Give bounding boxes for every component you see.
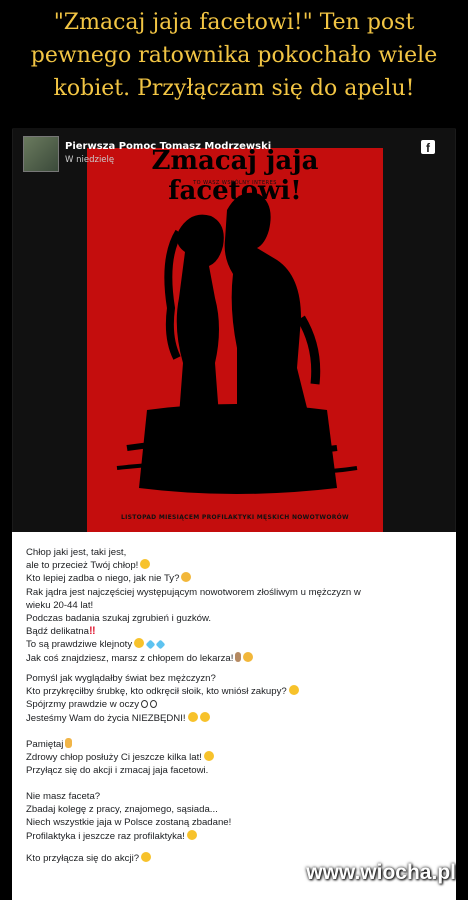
paragraph-5: Kto przyłącza się do akcji? (26, 852, 152, 865)
smile-emoji-icon (186, 829, 197, 840)
text-line: Bądź delikatna‼ (26, 625, 361, 638)
text-line: Chłop jaki jest, taki jest, (26, 547, 127, 558)
text-line: ale to przecież Twój chłop! (26, 559, 361, 572)
text-line: Jesteśmy Wam do życia NIEZBĘDNI! (26, 711, 299, 725)
text-line: Spójrzmy prawdzie w oczy (26, 698, 299, 711)
smile-emoji-icon (134, 638, 145, 649)
meme-title-line-1: "Zmacaj jaja facetowi!" Ten post (53, 10, 415, 35)
poster-red-background: Zmacaj jaja facetowi! TO WASZ WSPÓLNY IN… (87, 146, 383, 532)
facebook-post-card: Zmacaj jaja facetowi! TO WASZ WSPÓLNY IN… (12, 128, 456, 900)
text: Spójrzmy prawdzie w oczy (26, 699, 140, 711)
couple-silhouette-illustration (116, 192, 358, 494)
double-exclamation-icon: ‼ (88, 625, 96, 638)
text: ale to przecież Twój chłop! (26, 560, 139, 572)
post-text: Chłop jaki jest, taki jest, ale to przec… (12, 532, 456, 900)
meme-title-line-2: pewnego ratownika pokochało wiele (30, 43, 438, 68)
smile-emoji-icon (203, 751, 214, 762)
eyes-emoji-icon (141, 700, 149, 709)
text-line: Podczas badania szukaj zgrubień i guzków… (26, 613, 212, 625)
watermark-logo: www.wiocha.pl (306, 861, 456, 884)
smile-emoji-icon (199, 711, 210, 722)
text: Kto przyłącza się do akcji? (26, 853, 140, 864)
paragraph-1: Chłop jaki jest, taki jest, ale to przec… (26, 546, 361, 665)
text: Pamiętaj (26, 739, 64, 750)
text: Zdrowy chłop posłuży Ci jeszcze kilka la… (26, 752, 202, 764)
paragraph-3: Pamiętaj Zdrowy chłop posłuży Ci jeszcze… (26, 738, 214, 778)
doctor-emoji-icon (235, 651, 242, 662)
text-line: Kto przyłącza się do akcji? (26, 852, 152, 865)
text: To są prawdziwe klejnoty (26, 639, 133, 651)
text-line: Rak jądra jest najczęściej występującym … (26, 586, 361, 598)
text-line: Pomyśl jak wyglądałby świat bez mężczyzn… (26, 673, 216, 684)
text-line: Pamiętaj (26, 738, 214, 751)
smile-emoji-icon (187, 711, 198, 722)
gem-icon (155, 639, 166, 650)
post-image[interactable]: Zmacaj jaja facetowi! TO WASZ WSPÓLNY IN… (13, 128, 455, 532)
gem-icon (145, 639, 156, 650)
eyes-emoji-icon (150, 700, 158, 709)
text-line: Zbadaj kolegę z pracy, znajomego, sąsiad… (26, 804, 218, 816)
facebook-icon[interactable]: f (421, 140, 435, 155)
text-line: Nie masz faceta? (26, 791, 101, 802)
smile-emoji-icon (140, 559, 151, 570)
text-line: Kto lepiej zadba o niego, jak nie Ty? (26, 572, 361, 585)
text: Profilaktyka i jeszcze raz profilaktyka! (26, 830, 185, 842)
meme-title: "Zmacaj jaja facetowi!" Ten post pewnego… (0, 0, 468, 124)
meme-title-line-3: kobiet. Przyłączam się do apelu! (53, 76, 415, 101)
paragraph-2: Pomyśl jak wyglądałby świat bez mężczyzn… (26, 672, 299, 725)
page-avatar[interactable] (23, 136, 59, 172)
text: Jak coś znajdziesz, marsz z chłopem do l… (26, 652, 234, 664)
text: Kto przykręciłby śrubkę, kto odkręcił sł… (26, 686, 287, 698)
post-date[interactable]: W niedzielę (65, 155, 114, 165)
text-line: Kto przykręciłby śrubkę, kto odkręcił sł… (26, 685, 299, 698)
text-line: Zdrowy chłop posłuży Ci jeszcze kilka la… (26, 751, 214, 764)
text-line: Profilaktyka i jeszcze raz profilaktyka! (26, 829, 231, 843)
text-line: Jak coś znajdziesz, marsz z chłopem do l… (26, 651, 361, 665)
text-line: wieku 20-44 lat! (26, 599, 94, 611)
text: Jesteśmy Wam do życia NIEZBĘDNI! (26, 712, 186, 724)
thinking-emoji-icon (181, 572, 192, 583)
post-header: Pierwsza Pomoc Tomasz Modrzewski W niedz… (23, 136, 443, 172)
poster-footer: LISTOPAD MIESIĄCEM PROFILAKTYKI MĘSKICH … (121, 514, 349, 521)
text-line: Niech wszystkie jaja w Polsce zostaną zb… (26, 817, 232, 829)
pointing-hand-icon (65, 738, 73, 748)
text: Kto lepiej zadba o niego, jak nie Ty? (26, 573, 180, 585)
text-line: Przyłącz się do akcji i zmacaj jaja face… (26, 765, 209, 777)
face-emoji-icon (243, 651, 254, 662)
page-name-link[interactable]: Pierwsza Pomoc Tomasz Modrzewski (65, 141, 271, 152)
sunglasses-emoji-icon (141, 852, 152, 862)
text: Bądź delikatna (26, 626, 89, 638)
paragraph-4: Nie masz faceta? Zbadaj kolegę z pracy, … (26, 790, 231, 843)
smile-emoji-icon (288, 685, 299, 696)
text-line: To są prawdziwe klejnoty (26, 638, 361, 651)
